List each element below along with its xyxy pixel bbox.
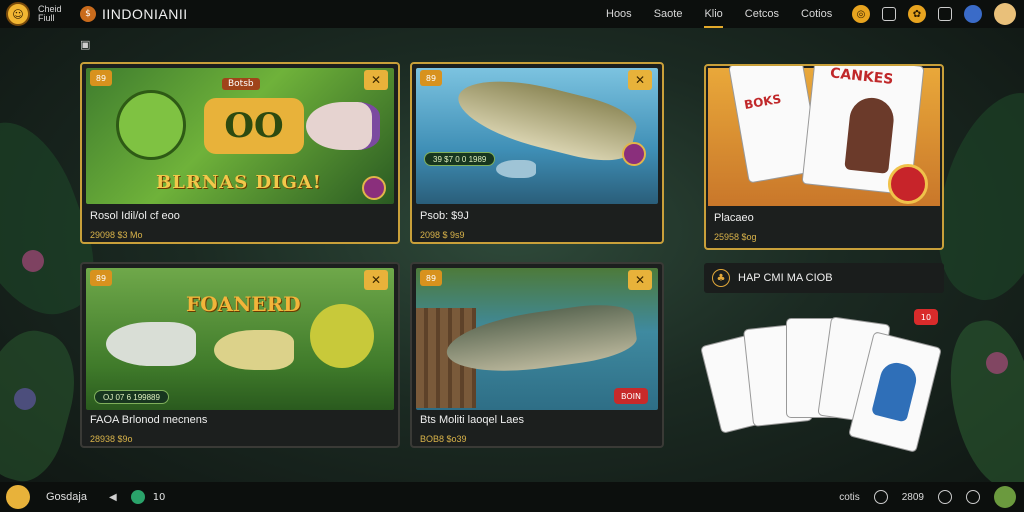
purple-fish-character <box>306 102 380 150</box>
nav-link-klio[interactable]: Klio <box>704 8 724 28</box>
jungle-foliage-left-low <box>0 320 88 490</box>
username: Gosdaja <box>46 491 87 503</box>
green-fish-character <box>310 304 374 368</box>
yellow-fish-character <box>214 330 294 370</box>
wallet-icon[interactable] <box>882 7 896 21</box>
game-card[interactable]: 39 $7 0 0 1989 89 ✕ Psob: $9J 2098 $ 9s9 <box>410 62 664 244</box>
flower-decoration <box>986 352 1008 374</box>
close-icon[interactable]: ✕ <box>364 70 388 90</box>
jungle-foliage-right-low <box>939 314 1024 496</box>
stat-value: 2809 <box>901 491 924 503</box>
brand-title: IINDONIANII <box>102 6 188 22</box>
game-meta: 2098 $ 9s9 <box>420 230 465 240</box>
clock-icon <box>873 490 888 504</box>
game-thumbnail[interactable]: FOANERD OJ 07 6 199889 <box>86 268 394 410</box>
game-card[interactable]: BOIN 89 ✕ Bts Moliti laoqel Laes BOB8 $o… <box>410 262 664 448</box>
nav-link-saote[interactable]: Saote <box>654 8 683 20</box>
nav-link-cotios[interactable]: Cotios <box>801 8 832 20</box>
nav-link-cetcos[interactable]: Cetcos <box>745 8 779 20</box>
close-icon[interactable]: ✕ <box>628 270 652 290</box>
online-count: 10 <box>152 491 166 503</box>
bottom-stats: cotis 2809 <box>839 486 1016 508</box>
game-banner-text: FOANERD <box>186 292 301 316</box>
game-banner-text: BLRNAS DIGA! <box>156 172 322 193</box>
game-tag: 89 <box>90 70 112 86</box>
flag-icon[interactable] <box>964 5 982 23</box>
flower-decoration <box>22 250 44 272</box>
promo-card[interactable]: BOKS CANKES Placaeo 25958 $og <box>704 64 944 250</box>
settings-icon[interactable] <box>938 490 952 504</box>
game-meta: 28938 $9o <box>90 434 133 444</box>
play-button[interactable] <box>362 176 386 200</box>
logo-icon[interactable]: ☺ <box>6 2 30 26</box>
user-avatar[interactable] <box>6 485 30 509</box>
club-title: HAP CMI MA CIOB <box>738 272 833 284</box>
game-meta: BOB8 $o39 <box>420 434 467 444</box>
logo-badge-art: OO <box>204 98 304 154</box>
game-title: Psob: $9J <box>420 210 469 222</box>
game-title: Rosol Idil/ol cf eoo <box>90 210 180 222</box>
jackpot-bar: OJ 07 6 199889 <box>94 390 169 404</box>
game-card[interactable]: OO Botsb BLRNAS DIGA! 89 ✕ Rosol Idil/ol… <box>80 62 400 244</box>
game-title: Bts Moliti laoqel Laes <box>420 414 524 426</box>
game-card[interactable]: FOANERD OJ 07 6 199889 89 ✕ FAOA Brlonod… <box>80 262 400 448</box>
brand-small-label: Cheid Fiull <box>38 4 62 23</box>
dealer-illustration <box>844 95 896 174</box>
top-icon-group: ◎ ✿ <box>852 3 1016 25</box>
promo-card-text: BOKS <box>743 91 783 113</box>
nav-link-hoos[interactable]: Hoos <box>606 8 632 20</box>
promo-card-title: CANKES <box>829 65 895 88</box>
brand-coin-icon: $ <box>80 6 96 22</box>
casino-chip-icon <box>888 164 928 204</box>
jack-illustration <box>871 359 920 423</box>
game-thumbnail[interactable]: 39 $7 0 0 1989 <box>416 68 658 204</box>
game-thumbnail[interactable]: OO Botsb BLRNAS DIGA! <box>86 68 394 204</box>
small-fish-character <box>496 160 536 178</box>
close-icon[interactable]: ✕ <box>364 270 388 290</box>
flower-decoration <box>14 388 36 410</box>
jackpot-bar: 39 $7 0 0 1989 <box>424 152 496 166</box>
main-nav: Hoos Saote Klio Cetcos Cotios <box>606 0 854 28</box>
status-icon <box>130 490 145 504</box>
white-fish-character <box>106 322 196 366</box>
search-icon[interactable] <box>966 490 980 504</box>
user-avatar[interactable] <box>994 3 1016 25</box>
game-meta: 29098 $3 Mo <box>90 230 143 240</box>
club-header[interactable]: ♣ HAP CMI MA CIOB <box>704 263 944 293</box>
back-icon[interactable]: ◀ <box>109 492 117 503</box>
promo-thumbnail[interactable]: BOKS CANKES <box>708 65 940 206</box>
bottom-bar: Gosdaja ◀ 10 cotis 2809 <box>0 482 1024 512</box>
game-tag: 89 <box>90 270 112 286</box>
game-thumbnail[interactable]: BOIN <box>416 268 658 410</box>
play-button[interactable] <box>622 142 646 166</box>
game-title: FAOA Brlonod mecnens <box>90 414 208 426</box>
promo-title: Placaeo <box>714 212 754 224</box>
bookmark-icon[interactable]: ▣ <box>80 38 90 51</box>
chat-icon[interactable] <box>938 7 952 21</box>
top-bar: ☺ Cheid Fiull $ IINDONIANII Hoos Saote K… <box>0 0 1024 28</box>
friend-avatar[interactable] <box>994 486 1016 508</box>
gift-icon[interactable]: ✿ <box>908 5 926 23</box>
club-icon: ♣ <box>712 269 730 287</box>
close-icon[interactable]: ✕ <box>628 70 652 90</box>
club-badge: 10 <box>914 309 938 325</box>
game-chip: BOIN <box>614 388 648 404</box>
green-fish-character <box>116 90 186 160</box>
game-tag: 89 <box>420 270 442 286</box>
game-logo-text: Botsb <box>222 78 260 90</box>
coin-icon[interactable]: ◎ <box>852 5 870 23</box>
game-tag: 89 <box>420 70 442 86</box>
promo-meta: 25958 $og <box>714 232 757 242</box>
stat-label: cotis <box>839 491 860 503</box>
